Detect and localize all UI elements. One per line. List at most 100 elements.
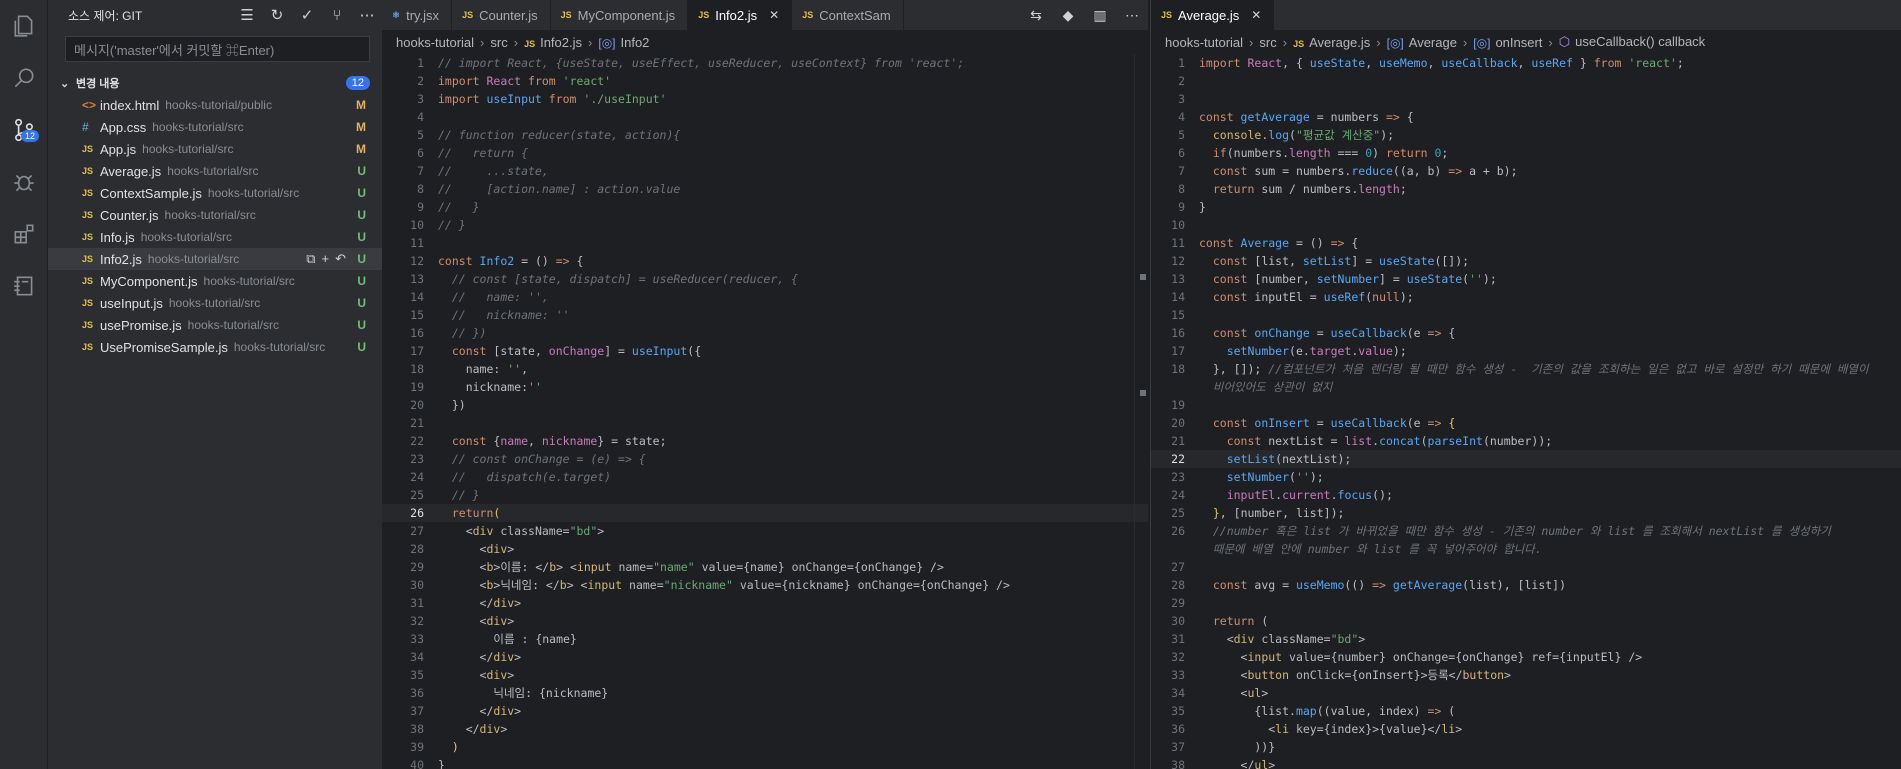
code-area[interactable]: 1 // import React, {useState, useEffect, … bbox=[382, 54, 1148, 769]
code-line[interactable]: 13 const [number, setNumber] = useState(… bbox=[1151, 270, 1901, 288]
editor-tab[interactable]: JS Average.js ✕ bbox=[1151, 0, 1275, 30]
code-line[interactable]: 36 닉네임: {nickname} bbox=[382, 684, 1148, 702]
code-line[interactable]: 33 <button onClick={onInsert}>등록</button… bbox=[1151, 666, 1901, 684]
file-item[interactable]: <> index.html hooks-tutorial/public M bbox=[48, 94, 382, 116]
stage-icon[interactable]: + bbox=[322, 251, 330, 267]
code-line[interactable]: 24 // dispatch(e.target) bbox=[382, 468, 1148, 486]
code-line[interactable]: 17 const [state, onChange] = useInput({ bbox=[382, 342, 1148, 360]
code-line[interactable]: 9} bbox=[1151, 198, 1901, 216]
file-item[interactable]: JS MyComponent.js hooks-tutorial/src U bbox=[48, 270, 382, 292]
code-line[interactable]: 18 }, []); //컴포넌트가 처음 렌더링 될 때만 함수 생성 - 기… bbox=[1151, 360, 1901, 378]
split-editor-icon[interactable]: ▥ bbox=[1084, 7, 1116, 24]
code-line[interactable]: 7 // ...state, bbox=[382, 162, 1148, 180]
breadcrumb-item[interactable]: [◎] Average bbox=[1387, 35, 1457, 50]
code-line[interactable]: 4 bbox=[382, 108, 1148, 126]
discard-icon[interactable]: ↶ bbox=[335, 251, 346, 267]
breadcrumb-item[interactable]: [◎] onInsert bbox=[1473, 35, 1542, 50]
file-item[interactable]: JS App.js hooks-tutorial/src M bbox=[48, 138, 382, 160]
explorer-icon[interactable] bbox=[0, 0, 48, 52]
file-item[interactable]: JS Info2.js hooks-tutorial/src ⧉ + ↶ U bbox=[48, 248, 382, 270]
code-line[interactable]: 38 </ul> bbox=[1151, 756, 1901, 769]
code-line[interactable]: 31 </div> bbox=[382, 594, 1148, 612]
code-line[interactable]: 21 const nextList = list.concat(parseInt… bbox=[1151, 432, 1901, 450]
code-line[interactable]: 8 return sum / numbers.length; bbox=[1151, 180, 1901, 198]
more-actions-icon[interactable]: ⋯ bbox=[1116, 7, 1148, 24]
code-line[interactable]: 25 }, [number, list]); bbox=[1151, 504, 1901, 522]
code-line[interactable]: 13 // const [state, dispatch] = useReduc… bbox=[382, 270, 1148, 288]
breadcrumb-item[interactable]: JS Info2.js bbox=[524, 35, 582, 50]
commit-message-input[interactable]: 메시지('master'에서 커밋할 ⌘Enter) bbox=[65, 36, 370, 62]
editor-tab[interactable]: ⚛ try.jsx bbox=[382, 0, 453, 30]
code-line[interactable]: 24 inputEl.current.focus(); bbox=[1151, 486, 1901, 504]
code-line[interactable]: 28 const avg = useMemo(() => getAverage(… bbox=[1151, 576, 1901, 594]
code-line[interactable]: 4 const getAverage = numbers => { bbox=[1151, 108, 1901, 126]
breadcrumb-item[interactable]: src bbox=[490, 35, 507, 50]
code-line[interactable]: 35 <div> bbox=[382, 666, 1148, 684]
code-line[interactable]: 비어있어도 상관이 없지 bbox=[1151, 378, 1901, 396]
commit-check-icon[interactable]: ✓ bbox=[292, 0, 322, 30]
code-line[interactable]: 16 // }) bbox=[382, 324, 1148, 342]
code-area[interactable]: 1 import React, { useState, useMemo, useC… bbox=[1151, 54, 1901, 769]
code-line[interactable]: 12 const Info2 = () => { bbox=[382, 252, 1148, 270]
code-line[interactable]: 39 ) bbox=[382, 738, 1148, 756]
code-line[interactable]: 26 //number 혹은 list 가 바뀌었을 때만 함수 생성 - 기존… bbox=[1151, 522, 1901, 540]
file-item[interactable]: JS usePromise.js hooks-tutorial/src U bbox=[48, 314, 382, 336]
code-line[interactable]: 11 bbox=[382, 234, 1148, 252]
breadcrumb-item[interactable]: JS Average.js bbox=[1293, 35, 1370, 50]
breadcrumb-item[interactable]: [◎] Info2 bbox=[598, 35, 649, 50]
search-icon[interactable] bbox=[0, 52, 48, 104]
breadcrumb-item[interactable]: hooks-tutorial bbox=[1165, 35, 1243, 50]
close-icon[interactable]: ✕ bbox=[1251, 8, 1261, 22]
code-line[interactable]: 34 </div> bbox=[382, 648, 1148, 666]
code-line[interactable]: 32 <input value={number} onChange={onCha… bbox=[1151, 648, 1901, 666]
file-item[interactable]: JS ContextSample.js hooks-tutorial/src U bbox=[48, 182, 382, 204]
code-line[interactable]: 23 setNumber(''); bbox=[1151, 468, 1901, 486]
code-line[interactable]: 14 const inputEl = useRef(null); bbox=[1151, 288, 1901, 306]
branch-graph-icon[interactable]: ⑂ bbox=[322, 0, 352, 30]
code-line[interactable]: 31 <div className="bd"> bbox=[1151, 630, 1901, 648]
code-line[interactable]: 10 // } bbox=[382, 216, 1148, 234]
code-line[interactable]: 11 const Average = () => { bbox=[1151, 234, 1901, 252]
code-line[interactable]: 33 이름 : {name} bbox=[382, 630, 1148, 648]
file-item[interactable]: JS Counter.js hooks-tutorial/src U bbox=[48, 204, 382, 226]
notebook-icon[interactable] bbox=[0, 260, 48, 312]
code-line[interactable]: 29 bbox=[1151, 594, 1901, 612]
more-actions-icon[interactable]: ⋯ bbox=[352, 0, 382, 30]
code-line[interactable]: 15 bbox=[1151, 306, 1901, 324]
code-line[interactable]: 32 <div> bbox=[382, 612, 1148, 630]
code-line[interactable]: 14 // name: '', bbox=[382, 288, 1148, 306]
code-line[interactable]: 20 }) bbox=[382, 396, 1148, 414]
code-line[interactable]: 19 nickname:'' bbox=[382, 378, 1148, 396]
code-line[interactable]: 3 bbox=[1151, 90, 1901, 108]
code-line[interactable]: 6 // return { bbox=[382, 144, 1148, 162]
code-line[interactable]: 15 // nickname: '' bbox=[382, 306, 1148, 324]
code-line[interactable]: 29 <b>이름: </b> <input name="name" value=… bbox=[382, 558, 1148, 576]
code-line[interactable]: 때문에 배열 안에 number 와 list 를 꼭 넣어주어야 합니다. bbox=[1151, 540, 1901, 558]
code-line[interactable]: 7 const sum = numbers.reduce((a, b) => a… bbox=[1151, 162, 1901, 180]
breadcrumb-item[interactable]: hooks-tutorial bbox=[396, 35, 474, 50]
code-line[interactable]: 40} bbox=[382, 756, 1148, 769]
file-item[interactable]: JS Average.js hooks-tutorial/src U bbox=[48, 160, 382, 182]
extensions-icon[interactable] bbox=[0, 208, 48, 260]
code-line[interactable]: 30 return ( bbox=[1151, 612, 1901, 630]
editor-tab[interactable]: JS Counter.js bbox=[452, 0, 551, 30]
git-icon[interactable]: ◆ bbox=[1052, 7, 1084, 24]
editor-tab[interactable]: JS MyComponent.js bbox=[551, 0, 689, 30]
debug-icon[interactable] bbox=[0, 156, 48, 208]
code-line[interactable]: 16 const onChange = useCallback(e => { bbox=[1151, 324, 1901, 342]
refresh-icon[interactable]: ↻ bbox=[262, 0, 292, 30]
source-control-icon[interactable]: 12 bbox=[0, 104, 48, 156]
code-line[interactable]: 25 // } bbox=[382, 486, 1148, 504]
open-file-icon[interactable]: ⧉ bbox=[306, 251, 315, 267]
tree-view-icon[interactable]: ☰ bbox=[232, 0, 262, 30]
code-line[interactable]: 19 bbox=[1151, 396, 1901, 414]
code-line[interactable]: 38 </div> bbox=[382, 720, 1148, 738]
code-line[interactable]: 1 import React, { useState, useMemo, useC… bbox=[1151, 54, 1901, 72]
code-line[interactable]: 18 name: '', bbox=[382, 360, 1148, 378]
code-line[interactable]: 20 const onInsert = useCallback(e => { bbox=[1151, 414, 1901, 432]
code-line[interactable]: 34 <ul> bbox=[1151, 684, 1901, 702]
code-line[interactable]: 37 </div> bbox=[382, 702, 1148, 720]
code-line[interactable]: 35 {list.map((value, index) => ( bbox=[1151, 702, 1901, 720]
breadcrumb-item[interactable]: ⬡ useCallback() callback bbox=[1559, 34, 1705, 50]
code-line[interactable]: 22 const {name, nickname} = state; bbox=[382, 432, 1148, 450]
